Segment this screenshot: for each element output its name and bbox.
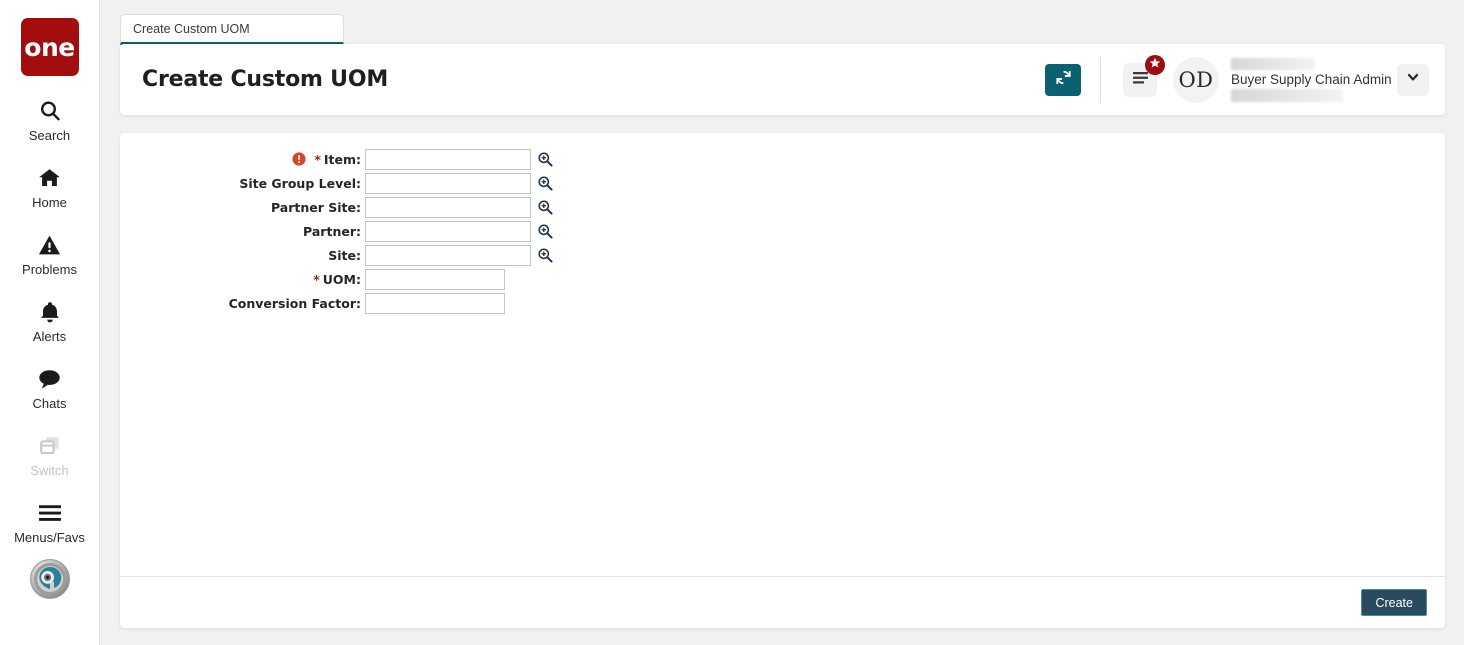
refresh-icon xyxy=(1054,68,1073,92)
header-actions: OD Buyer Supply Chain Admin xyxy=(1045,44,1445,115)
brand-logo-text: one xyxy=(24,32,75,62)
sidebar-item-problems[interactable]: Problems xyxy=(0,232,100,277)
field-label-text: Site Group Level xyxy=(239,175,356,191)
hamburger-icon xyxy=(37,500,63,526)
header-divider xyxy=(1100,56,1101,103)
create-button[interactable]: Create xyxy=(1361,589,1427,616)
avatar-initials: OD xyxy=(1178,67,1214,92)
user-role-label: Buyer Supply Chain Admin xyxy=(1231,71,1392,87)
tab-strip: Create Custom UOM xyxy=(100,0,1464,45)
sidebar-item-switch[interactable]: Switch xyxy=(0,433,100,478)
tab-label: Create Custom UOM xyxy=(133,21,250,36)
avatar[interactable]: OD xyxy=(1173,56,1219,103)
star-icon xyxy=(1149,56,1161,74)
switch-icon xyxy=(38,433,62,459)
partner-input[interactable] xyxy=(365,220,531,242)
sidebar-item-label: Alerts xyxy=(32,329,67,344)
sidebar-item-label: Switch xyxy=(30,463,69,478)
site-group-level-input[interactable] xyxy=(365,172,531,194)
user-name-redacted xyxy=(1231,57,1315,70)
form-row-site: Site: xyxy=(120,243,1445,267)
tab-create-custom-uom[interactable]: Create Custom UOM xyxy=(120,14,344,45)
page-header-card: Create Custom UOM OD Buyer Supply Chain … xyxy=(120,44,1445,115)
brand-logo[interactable]: one xyxy=(20,18,79,76)
field-label-conversion-factor: Conversion Factor: xyxy=(228,295,361,311)
field-label-partner-site: Partner Site: xyxy=(270,199,361,215)
field-label-text: Site xyxy=(328,247,356,263)
field-label-text: UOM xyxy=(322,271,356,287)
problems-icon xyxy=(37,232,62,258)
form-row-partner: Partner: xyxy=(120,219,1445,243)
form-row-conversion-factor: Conversion Factor: xyxy=(120,291,1445,315)
chevron-down-icon xyxy=(1406,70,1420,89)
sidebar-item-label: Problems xyxy=(22,262,77,277)
hamburger-icon xyxy=(1132,70,1149,89)
sidebar-item-menus-favs[interactable]: Menus/Favs xyxy=(0,500,100,545)
create-button-label: Create xyxy=(1375,595,1413,610)
form-footer: Create xyxy=(120,577,1445,628)
favorites-badge xyxy=(1145,54,1165,75)
sidebar-item-alerts[interactable]: Alerts xyxy=(0,299,100,344)
uom-input[interactable] xyxy=(365,268,505,290)
sidebar-item-label: Search xyxy=(28,128,71,143)
search-icon xyxy=(38,98,62,124)
field-label-partner: Partner: xyxy=(303,223,361,239)
favorites-button[interactable] xyxy=(1123,54,1165,97)
item-input[interactable] xyxy=(365,148,531,170)
magnifier-plus-icon[interactable] xyxy=(537,223,553,239)
page-title: Create Custom UOM xyxy=(142,67,389,92)
form-row-item: * Item: xyxy=(120,147,1445,171)
sidebar-item-label: Menus/Favs xyxy=(14,530,85,545)
conversion-factor-input[interactable] xyxy=(365,292,505,314)
chats-icon xyxy=(37,366,62,392)
sidebar-item-home[interactable]: Home xyxy=(0,165,100,210)
field-label-text: Item xyxy=(323,151,356,167)
field-label-text: Partner Site xyxy=(270,199,356,215)
field-label-text: Partner xyxy=(303,223,356,239)
field-label-site: Site: xyxy=(328,247,361,263)
magnifier-plus-icon[interactable] xyxy=(537,151,553,167)
magnifier-plus-icon[interactable] xyxy=(537,199,553,215)
sidebar-item-chats[interactable]: Chats xyxy=(0,366,100,411)
sidebar-item-search[interactable]: Search xyxy=(0,98,100,143)
left-sidebar: one Search Home Problems Alerts Chats Sw… xyxy=(0,0,100,645)
form-row-site-group-level: Site Group Level: xyxy=(120,171,1445,195)
partner-site-input[interactable] xyxy=(365,196,531,218)
home-icon xyxy=(37,165,62,191)
user-info-block: Buyer Supply Chain Admin xyxy=(1231,52,1392,108)
field-label-site-group-level: Site Group Level: xyxy=(239,175,361,191)
sidebar-item-label: Home xyxy=(32,195,67,210)
field-label-uom: * UOM: xyxy=(313,271,361,287)
assistant-avatar-icon[interactable] xyxy=(29,559,70,599)
form-row-uom: * UOM: xyxy=(120,267,1445,291)
field-label-text: Conversion Factor xyxy=(228,295,356,311)
required-indicator: * xyxy=(314,151,321,167)
sidebar-item-label: Chats xyxy=(32,396,67,411)
site-input[interactable] xyxy=(365,244,531,266)
field-label-item: * Item: xyxy=(120,152,365,167)
form-card: * Item: Site Group Level: Partner Site:… xyxy=(120,133,1445,628)
error-icon xyxy=(292,152,306,166)
magnifier-plus-icon[interactable] xyxy=(537,247,553,263)
user-org-redacted xyxy=(1231,88,1343,102)
form-row-partner-site: Partner Site: xyxy=(120,195,1445,219)
magnifier-plus-icon[interactable] xyxy=(537,175,553,191)
form-fields-area: * Item: Site Group Level: Partner Site:… xyxy=(120,133,1445,576)
refresh-button[interactable] xyxy=(1045,63,1081,96)
user-menu-toggle[interactable] xyxy=(1397,63,1429,96)
alerts-bell-icon xyxy=(38,299,62,325)
required-indicator: * xyxy=(313,271,320,287)
